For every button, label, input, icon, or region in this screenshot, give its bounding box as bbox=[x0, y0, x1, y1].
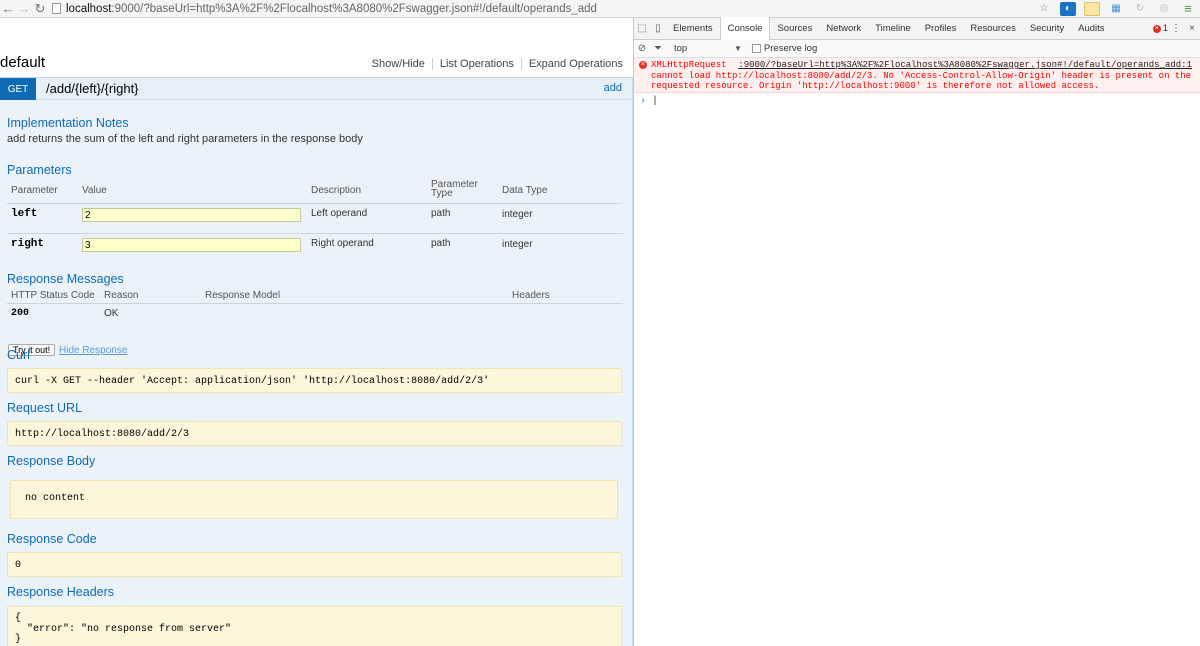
devtools-panel: ⬚ ▯ Elements Console Sources Network Tim… bbox=[634, 17, 1200, 646]
more-icon[interactable]: ⋮ bbox=[1168, 18, 1184, 40]
tab-elements[interactable]: Elements bbox=[666, 18, 720, 40]
response-body: no content bbox=[10, 480, 618, 519]
implementation-notes: add returns the sum of the left and righ… bbox=[7, 133, 363, 145]
response-body-title: Response Body bbox=[7, 454, 96, 468]
resource-name[interactable]: default bbox=[0, 54, 45, 71]
note-extension-icon[interactable] bbox=[1084, 1, 1100, 16]
resp-header-model: Response Model bbox=[205, 290, 281, 301]
param-left-type: path bbox=[431, 208, 451, 219]
param-header-value: Value bbox=[82, 185, 107, 196]
tab-profiles[interactable]: Profiles bbox=[918, 18, 964, 40]
response-code: 0 bbox=[7, 552, 622, 577]
tab-timeline[interactable]: Timeline bbox=[868, 18, 918, 40]
tab-resources[interactable]: Resources bbox=[963, 18, 1022, 40]
inspect-icon[interactable]: ⬚ bbox=[634, 18, 650, 40]
chrome-extension-icon[interactable]: ◎ bbox=[1156, 2, 1172, 16]
filter-icon[interactable]: ⏷ bbox=[650, 40, 666, 58]
forward-icon[interactable]: → bbox=[16, 1, 32, 17]
resp-reason: OK bbox=[104, 308, 119, 319]
context-dropdown-icon[interactable]: ▼ bbox=[734, 44, 742, 53]
error-counter[interactable]: × 1 bbox=[1152, 23, 1168, 34]
error-icon: × bbox=[639, 60, 647, 69]
close-icon[interactable]: × bbox=[1184, 18, 1200, 40]
curl-title: Curl bbox=[7, 348, 30, 362]
param-right-input[interactable]: 3 bbox=[82, 238, 301, 252]
console-prompt[interactable]: › | bbox=[634, 93, 1200, 107]
param-right-name: right bbox=[11, 238, 45, 250]
error-line-2: requested resource. Origin 'http://local… bbox=[651, 81, 1100, 91]
param-left-input[interactable]: 2 bbox=[82, 208, 301, 222]
preserve-log-label: Preserve log bbox=[763, 43, 818, 54]
grid-extension-icon[interactable]: ▦ bbox=[1108, 2, 1124, 16]
error-source-link[interactable]: :9000/?baseUrl=http%3A%2F%2Flocalhost%3A… bbox=[738, 60, 1192, 71]
tab-network[interactable]: Network bbox=[819, 18, 868, 40]
resp-header-headers: Headers bbox=[512, 290, 550, 301]
list-operations-link[interactable]: List Operations bbox=[433, 58, 522, 70]
param-left-datatype: integer bbox=[502, 209, 533, 220]
address-bar[interactable]: localhost:9000/?baseUrl=http%3A%2F%2Floc… bbox=[52, 3, 1032, 15]
param-left-name: left bbox=[11, 208, 38, 220]
param-left-description: Left operand bbox=[311, 208, 368, 219]
context-select[interactable]: top bbox=[674, 43, 734, 54]
header-divider bbox=[7, 203, 623, 204]
hide-response-link[interactable]: Hide Response bbox=[59, 345, 127, 356]
url-host: localhost bbox=[66, 2, 112, 15]
param-header-parameter: Parameter bbox=[11, 185, 58, 196]
response-headers: { "error": "no response from server" } bbox=[7, 606, 622, 646]
show-hide-link[interactable]: Show/Hide bbox=[365, 58, 433, 70]
request-url: http://localhost:8080/add/2/3 bbox=[7, 421, 622, 446]
param-header-description: Description bbox=[311, 185, 362, 196]
error-count-icon: × bbox=[1152, 24, 1161, 33]
resp-header-status: HTTP Status Code bbox=[11, 290, 95, 301]
curl-command: curl -X GET --header 'Accept: applicatio… bbox=[7, 368, 622, 393]
url-path: :9000/?baseUrl=http%3A%2F%2Flocalhost%3A… bbox=[111, 2, 597, 15]
row-divider bbox=[7, 233, 623, 234]
param-header-datatype: Data Type bbox=[502, 185, 548, 196]
tab-sources[interactable]: Sources bbox=[770, 18, 819, 40]
preserve-log-control[interactable]: Preserve log bbox=[751, 43, 818, 54]
tab-security[interactable]: Security bbox=[1023, 18, 1071, 40]
request-url-title: Request URL bbox=[7, 401, 83, 415]
response-messages-title: Response Messages bbox=[7, 272, 124, 286]
page-icon bbox=[52, 3, 61, 14]
star-icon[interactable]: ☆ bbox=[1036, 2, 1052, 16]
extension-icon[interactable]: ◐ bbox=[1060, 1, 1076, 16]
resp-header-reason: Reason bbox=[104, 290, 139, 301]
param-header-type: Parameter Type bbox=[431, 179, 478, 199]
devtools-tabbar: ⬚ ▯ Elements Console Sources Network Tim… bbox=[634, 17, 1200, 40]
implementation-notes-title: Implementation Notes bbox=[7, 116, 129, 130]
preserve-log-checkbox[interactable] bbox=[751, 44, 761, 53]
reload-icon[interactable]: ↻ bbox=[32, 1, 48, 17]
param-right-datatype: integer bbox=[502, 239, 533, 250]
console-error-message: × XMLHttpRequest :9000/?baseUrl=http%3A%… bbox=[634, 58, 1200, 93]
parameters-title: Parameters bbox=[7, 163, 72, 177]
resource-links: Show/Hide List Operations Expand Operati… bbox=[365, 58, 623, 70]
operation-path[interactable]: /add/{left}/{right} bbox=[46, 81, 139, 96]
resp-header-divider bbox=[7, 303, 623, 304]
browser-toolbar: ← → ↻ localhost:9000/?baseUrl=http%3A%2F… bbox=[0, 0, 1200, 18]
device-mode-icon[interactable]: ▯ bbox=[650, 18, 666, 40]
param-right-type: path bbox=[431, 238, 451, 249]
http-method-badge[interactable]: GET bbox=[0, 78, 36, 100]
clear-console-icon[interactable]: ⊘ bbox=[634, 40, 650, 58]
menu-icon[interactable]: ≡ bbox=[1180, 1, 1196, 16]
tab-console[interactable]: Console bbox=[719, 17, 771, 40]
error-line-1: cannot load http://localhost:8080/add/2/… bbox=[651, 70, 1192, 81]
prompt-icon: › bbox=[640, 96, 647, 107]
swagger-pane: default Show/Hide List Operations Expand… bbox=[0, 18, 633, 646]
response-code-title: Response Code bbox=[7, 532, 97, 546]
operation-heading[interactable]: GET /add/{left}/{right} add bbox=[0, 77, 633, 100]
tab-audits[interactable]: Audits bbox=[1071, 18, 1111, 40]
operation-nickname[interactable]: add bbox=[604, 82, 622, 94]
refresh-extension-icon[interactable]: ↻ bbox=[1132, 2, 1148, 16]
response-headers-title: Response Headers bbox=[7, 585, 115, 599]
console-output: × XMLHttpRequest :9000/?baseUrl=http%3A%… bbox=[634, 58, 1200, 107]
console-toolbar: ⊘ ⏷ top ▼ Preserve log bbox=[634, 40, 1200, 58]
prompt-caret: | bbox=[652, 96, 659, 107]
resp-status-code: 200 bbox=[11, 308, 30, 319]
param-right-description: Right operand bbox=[311, 238, 374, 249]
back-icon[interactable]: ← bbox=[0, 1, 16, 17]
expand-operations-link[interactable]: Expand Operations bbox=[522, 58, 623, 70]
